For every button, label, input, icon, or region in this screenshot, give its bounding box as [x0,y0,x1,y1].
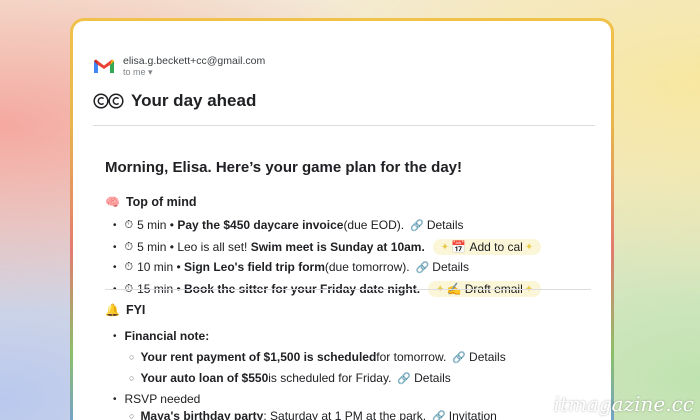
email-title-row: Your day ahead [93,91,256,111]
timer-icon: ⏱ [124,218,134,231]
link-icon: 🔗 [410,219,424,232]
add-to-calendar-button[interactable]: ✦ 📅 Add to cal ✦ [432,239,542,255]
list-item: ○ Your auto loan of $550 is scheduled fo… [129,371,451,385]
bullet: • [113,330,117,342]
bell-icon: 🔔 [105,303,120,317]
bullet: • [113,393,117,405]
brain-icon: 🧠 [105,195,120,209]
bullet: • [113,219,117,231]
link-icon: 🔗 [397,372,412,385]
list-item: • Financial note: [113,329,209,343]
greeting: Morning, Elisa. Here’s your game plan fo… [105,159,463,176]
details-link[interactable]: 🔗 Details [397,371,450,385]
list-item: • ⏱ 10 min • Sign Leo's field trip form … [113,260,469,274]
cc-logo-icon [93,93,124,109]
section-heading: Top of mind [125,195,197,209]
section-top-of-mind: 🧠 Top of mind [105,195,197,209]
list-item: ○ Maya's birthday party : Saturday at 1 … [129,409,497,420]
watermark: itmagazine.cc [553,392,694,416]
recipient-line[interactable]: to me ▾ [123,67,265,77]
link-icon: 🔗 [415,261,430,274]
divider [105,289,591,290]
list-item: • RSVP needed [113,392,200,406]
sub-bullet: ○ [129,411,135,420]
gmail-icon [94,59,114,74]
list-item: • ⏱ 5 min • Leo is all set! Swim meet is… [113,239,542,255]
invitation-link[interactable]: 🔗 Invitation [432,409,497,420]
divider [93,125,595,126]
sender-email[interactable]: elisa.g.beckett+cc@gmail.com [123,55,265,67]
sparkle-icon: ✦ [524,241,534,253]
calendar-icon: 📅 [451,240,467,254]
sender-header: elisa.g.beckett+cc@gmail.com to me ▾ [93,55,265,77]
details-link[interactable]: 🔗 Details [452,350,505,364]
timer-icon: ⏱ [124,240,134,253]
sparkle-icon: ✦ [440,241,450,253]
financial-note-heading: Financial note: [124,329,210,343]
list-item: ○ Your rent payment of $1,500 is schedul… [129,350,506,364]
email-frame: elisa.g.beckett+cc@gmail.com to me ▾ You… [70,18,614,420]
sub-bullet: ○ [129,352,135,362]
email-title: Your day ahead [131,91,257,110]
bullet: • [113,241,117,253]
list-item: • ⏱ 5 min • Pay the $450 daycare invoice… [113,218,464,232]
timer-icon: ⏱ [124,260,134,273]
section-fyi: 🔔 FYI [105,303,145,317]
sub-bullet: ○ [129,373,135,383]
details-link[interactable]: 🔗 Details [410,218,463,232]
bullet: • [113,261,117,273]
link-icon: 🔗 [452,351,467,364]
section-heading: FYI [125,303,146,317]
email-card: elisa.g.beckett+cc@gmail.com to me ▾ You… [73,21,611,420]
details-link[interactable]: 🔗 Details [416,260,469,274]
link-icon: 🔗 [432,410,446,420]
chevron-down-icon[interactable]: ▾ [148,67,153,77]
rsvp-heading: RSVP needed [124,392,201,406]
